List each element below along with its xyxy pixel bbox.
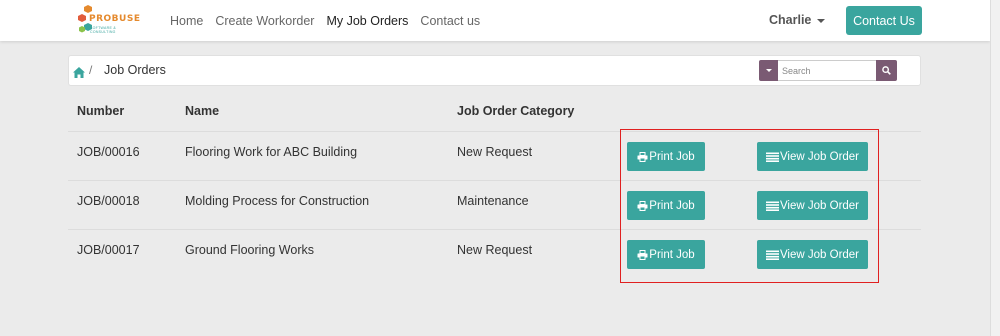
print-job-button[interactable]: Print Job	[627, 240, 705, 269]
caret-down-icon	[765, 69, 772, 72]
table-row: JOB/00017 Ground Flooring Works New Requ…	[68, 229, 921, 278]
search-button[interactable]	[876, 60, 897, 81]
top-navbar: PROBUSE SOFTWARE & CONSULTING Home Creat…	[0, 0, 990, 41]
print-job-label: Print Job	[649, 150, 695, 163]
nav-link-create-workorder[interactable]: Create Workorder	[215, 14, 314, 28]
job-name: Flooring Work for ABC Building	[185, 145, 358, 159]
nav-link-contact-us[interactable]: Contact us	[420, 14, 480, 28]
list-icon	[765, 201, 779, 211]
view-job-order-label: View Job Order	[779, 199, 860, 212]
view-job-order-label: View Job Order	[779, 150, 860, 163]
breadcrumb: / Job Orders	[68, 55, 921, 86]
main-nav: Home Create Workorder My Job Orders Cont…	[170, 0, 492, 41]
breadcrumb-current: Job Orders	[104, 63, 166, 77]
search-group	[759, 60, 897, 81]
table-row: JOB/00018 Molding Process for Constructi…	[68, 180, 921, 229]
view-job-order-button[interactable]: View Job Order	[757, 142, 868, 171]
brand-logo[interactable]: PROBUSE SOFTWARE & CONSULTING	[76, 4, 141, 36]
search-input[interactable]	[778, 60, 876, 81]
job-number: JOB/00016	[77, 145, 140, 159]
job-orders-table: Number Name Job Order Category JOB/00016…	[68, 90, 921, 278]
contact-us-button[interactable]: Contact Us	[846, 6, 922, 35]
job-number: JOB/00017	[77, 243, 140, 257]
brand-tagline: SOFTWARE & CONSULTING	[90, 26, 117, 34]
column-header-number: Number	[77, 104, 125, 118]
nav-link-home[interactable]: Home	[170, 14, 203, 28]
list-icon	[765, 152, 779, 162]
print-icon	[637, 249, 648, 260]
print-job-label: Print Job	[649, 199, 695, 212]
print-job-label: Print Job	[649, 248, 695, 261]
print-job-button[interactable]: Print Job	[627, 191, 705, 220]
breadcrumb-separator: /	[89, 63, 93, 77]
job-name: Ground Flooring Works	[185, 243, 314, 257]
user-menu-dropdown[interactable]: Charlie	[769, 13, 826, 27]
user-name: Charlie	[769, 13, 812, 27]
view-job-order-button[interactable]: View Job Order	[757, 240, 868, 269]
view-job-order-label: View Job Order	[779, 248, 860, 261]
table-row: JOB/00016 Flooring Work for ABC Building…	[68, 131, 921, 180]
job-category: New Request	[457, 145, 533, 159]
job-name: Molding Process for Construction	[185, 194, 370, 208]
list-icon	[765, 250, 779, 260]
view-job-order-button[interactable]: View Job Order	[757, 191, 868, 220]
print-job-button[interactable]: Print Job	[627, 142, 705, 171]
column-header-name: Name	[185, 104, 220, 118]
page-scrollbar[interactable]	[990, 0, 1000, 336]
chevron-down-icon	[817, 18, 826, 23]
print-icon	[637, 200, 648, 211]
home-icon[interactable]	[73, 65, 85, 83]
search-filter-dropdown[interactable]	[759, 60, 778, 81]
nav-link-my-job-orders[interactable]: My Job Orders	[326, 14, 408, 28]
job-category: Maintenance	[457, 194, 529, 208]
print-icon	[637, 151, 648, 162]
brand-name: PROBUSE	[89, 14, 141, 24]
table-header-row: Number Name Job Order Category	[68, 90, 921, 131]
job-category: New Request	[457, 243, 533, 257]
column-header-category: Job Order Category	[457, 104, 575, 118]
search-icon	[882, 66, 891, 75]
job-number: JOB/00018	[77, 194, 140, 208]
